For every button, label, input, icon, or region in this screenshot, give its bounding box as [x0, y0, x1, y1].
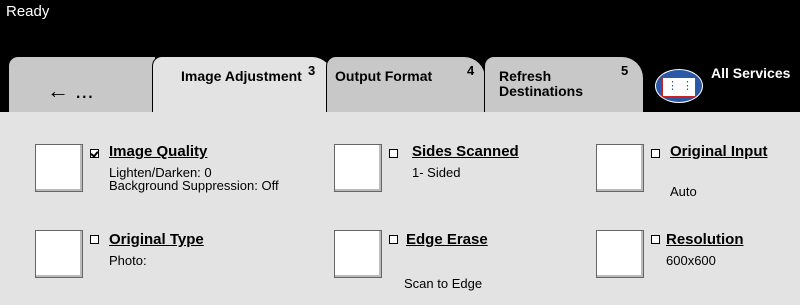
all-services-icon	[655, 69, 703, 103]
resolution-checkbox	[651, 235, 660, 244]
tab-refresh-number: 5	[621, 63, 629, 78]
tab-image-adjustment[interactable]: Image Adjustment 3	[152, 56, 334, 112]
original-type-title[interactable]: Original Type	[109, 231, 204, 248]
edge-erase-title[interactable]: Edge Erase	[406, 231, 488, 248]
resolution-button[interactable]	[596, 230, 644, 278]
image-quality-button[interactable]	[35, 144, 83, 192]
tab-output-format-label: Output Format	[335, 68, 433, 84]
edge-erase-button[interactable]	[334, 230, 382, 278]
back-arrow-icon: ← ...	[47, 78, 94, 103]
all-services-button[interactable]: All Services	[644, 56, 800, 112]
resolution-title[interactable]: Resolution	[666, 231, 744, 248]
sides-scanned-checkbox	[389, 149, 398, 158]
original-input-button[interactable]	[596, 144, 644, 192]
status-bar: Ready	[0, 0, 800, 56]
tab-refresh-label-2: Destinations	[499, 83, 584, 99]
tab-image-adjustment-label: Image Adjustment	[181, 68, 302, 84]
sides-scanned-value: 1- Sided	[412, 165, 461, 180]
tab-refresh-destinations[interactable]: Refresh Destinations 5	[484, 56, 644, 112]
tab-refresh-label-1: Refresh	[499, 68, 552, 84]
edge-erase-checkbox	[389, 235, 398, 244]
resolution-value: 600x600	[666, 253, 716, 268]
back-button[interactable]: ← ...	[8, 56, 156, 112]
original-input-value: Auto	[670, 184, 697, 199]
image-quality-title[interactable]: Image Quality	[109, 143, 207, 160]
edge-erase-value: Scan to Edge	[404, 276, 483, 291]
image-quality-value-2: Background Suppression: Off	[109, 178, 279, 193]
image-quality-checkbox	[90, 149, 99, 158]
sides-scanned-button[interactable]	[334, 144, 382, 192]
all-services-label: All Services	[711, 65, 791, 81]
original-input-title[interactable]: Original Input	[670, 143, 768, 160]
original-type-button[interactable]	[35, 230, 83, 278]
original-input-checkbox	[651, 149, 660, 158]
tab-bar: ← ... Image Adjustment 3 Output Format 4…	[0, 56, 800, 112]
image-adjustment-panel: Image Quality Lighten/Darken: 0 Backgrou…	[0, 112, 800, 305]
tab-output-format[interactable]: Output Format 4	[326, 56, 486, 112]
original-type-checkbox	[90, 235, 99, 244]
sides-scanned-title[interactable]: Sides Scanned	[412, 143, 519, 160]
tab-output-format-number: 4	[467, 63, 475, 78]
tab-image-adjustment-number: 3	[308, 63, 316, 78]
status-text: Ready	[6, 3, 50, 20]
original-type-value: Photo:	[109, 253, 147, 268]
